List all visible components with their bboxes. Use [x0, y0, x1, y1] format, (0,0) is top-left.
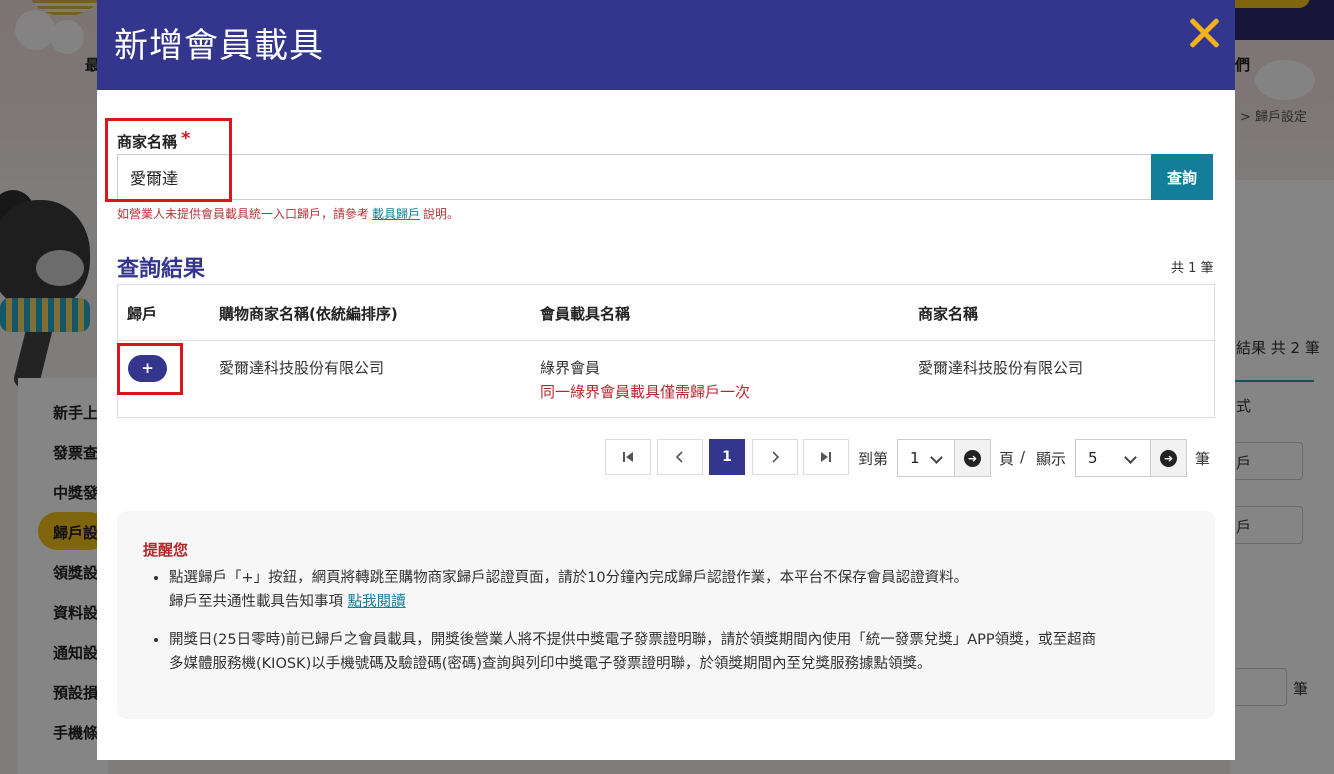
unit-label: 筆 [1195, 450, 1211, 468]
chevron-down-icon [1124, 451, 1137, 464]
arrow-right-circle-icon: ➜ [964, 449, 981, 467]
chevron-down-icon [930, 451, 943, 464]
page-label: 頁 [999, 450, 1015, 468]
next-page-icon[interactable] [752, 439, 798, 475]
hint-text: 如營業人未提供會員載具統一入口歸戶，請參考 載具歸戶 說明。 [117, 205, 459, 222]
reminder-list: 點選歸戶「+」按鈕，網頁將轉跳至購物商家歸戶認證頁面，請於10分鐘內完成歸戶認證… [147, 566, 1209, 690]
add-carrier-button[interactable]: + [128, 355, 167, 382]
carrier-note: 同一綠界會員載具僅需歸戶一次 [540, 383, 751, 401]
reminder-sub-text: 歸戶至共通性載具告知事項 [169, 594, 343, 610]
column-header: 商家名稱 [918, 305, 979, 323]
hint-prefix: 如營業人未提供會員載具統一入口歸戶，請參考 [117, 207, 370, 221]
carrier-link[interactable]: 載具歸戶 [372, 207, 420, 221]
modal-header: 新增會員載具 [97, 0, 1235, 90]
results-total: 共 1 筆 [1171, 261, 1214, 276]
carrier-name-cell: 綠界會員 [540, 359, 601, 377]
go-size-button[interactable]: ➜ [1151, 439, 1187, 477]
modal-title: 新增會員載具 [114, 26, 324, 66]
arrow-right-circle-icon: ➜ [1160, 449, 1177, 467]
close-icon[interactable] [1187, 16, 1221, 50]
page-separator: / [1020, 448, 1026, 466]
reminder-item: 點選歸戶「+」按鈕，網頁將轉跳至購物商家歸戶認證頁面，請於10分鐘內完成歸戶認證… [169, 566, 1209, 614]
store-name-cell: 愛爾達科技股份有限公司 [918, 359, 1084, 377]
column-header: 購物商家名稱(依統編排序) [219, 305, 398, 323]
merchant-name-label: 商家名稱 * [117, 128, 191, 152]
column-header: 歸戶 [127, 305, 158, 323]
go-page-button[interactable]: ➜ [955, 439, 991, 477]
first-page-icon[interactable] [605, 439, 651, 475]
reminder-title: 提醒您 [143, 541, 189, 559]
column-header: 會員載具名稱 [540, 305, 631, 323]
merchant-name-input[interactable] [117, 154, 1151, 200]
results-table: 歸戶 購物商家名稱(依統編排序) 會員載具名稱 商家名稱 + 愛爾達科技股份有限… [117, 284, 1215, 418]
prev-page-icon[interactable] [657, 439, 703, 475]
page-button-current[interactable]: 1 [709, 439, 745, 475]
page-size-select[interactable]: 5 [1075, 439, 1151, 477]
merchant-cell: 愛爾達科技股份有限公司 [219, 359, 385, 377]
reminder-item-text: 點選歸戶「+」按鈕，網頁將轉跳至購物商家歸戶認證頁面，請於10分鐘內完成歸戶認證… [169, 570, 969, 586]
page-size-value: 5 [1088, 449, 1098, 467]
last-page-icon[interactable] [803, 439, 849, 475]
search-button[interactable]: 查詢 [1151, 154, 1213, 200]
show-label: 顯示 [1036, 450, 1067, 468]
results-title: 查詢結果 [117, 257, 206, 282]
table-divider [118, 340, 1214, 341]
merchant-name-label-text: 商家名稱 [117, 133, 178, 151]
hint-suffix: 說明。 [423, 207, 460, 221]
read-notice-link[interactable]: 點我閱讀 [348, 594, 406, 610]
goto-label: 到第 [858, 450, 889, 468]
add-carrier-modal: 新增會員載具 商家名稱* 查詢 如營業人未提供會員載具統一入口歸戶，請參考載具歸… [97, 0, 1235, 760]
page-select[interactable]: 1 [897, 439, 955, 477]
reminder-item-text: 多媒體服務機(KIOSK)以手機號碼及驗證碼(密碼)查詢與列印中獎電子發票證明聯… [169, 656, 932, 672]
reminder-box: 提醒您 點選歸戶「+」按鈕，網頁將轉跳至購物商家歸戶認證頁面，請於10分鐘內完成… [117, 511, 1215, 719]
reminder-item-text: 開獎日(25日零時)前已歸戶之會員載具，開獎後營業人將不提供中獎電子發票證明聯，… [169, 632, 1097, 648]
page-select-value: 1 [910, 449, 920, 467]
reminder-item: 開獎日(25日零時)前已歸戶之會員載具，開獎後營業人將不提供中獎電子發票證明聯，… [169, 628, 1209, 676]
required-mark: * [181, 128, 191, 149]
